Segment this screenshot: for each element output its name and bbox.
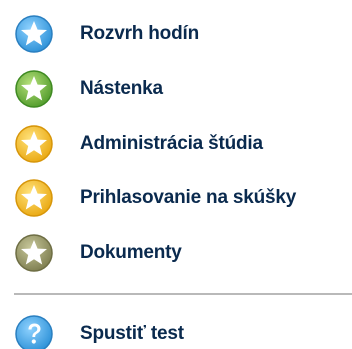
menu-item-rozvrh-hodin[interactable]: Rozvrh hodín	[14, 12, 350, 56]
menu-item-label: Administrácia štúdia	[80, 133, 263, 154]
star-icon	[15, 179, 53, 217]
star-icon	[15, 125, 53, 163]
menu-item-label: Nástenka	[80, 78, 163, 99]
star-icon	[15, 70, 53, 108]
menu-item-prihlasovanie-na-skusky[interactable]: Prihlasovanie na skúšky	[14, 176, 350, 220]
menu-item-dokumenty[interactable]: Dokumenty	[14, 231, 350, 275]
menu-item-label: Rozvrh hodín	[80, 23, 199, 44]
start-test-button[interactable]: Spustiť test	[14, 312, 350, 349]
star-icon	[15, 15, 53, 53]
question-icon	[15, 315, 53, 349]
menu-item-label: Dokumenty	[80, 242, 182, 263]
menu-item-administracia-studia[interactable]: Administrácia štúdia	[14, 122, 350, 166]
menu-item-nastenka[interactable]: Nástenka	[14, 67, 350, 111]
menu-item-label: Prihlasovanie na skúšky	[80, 187, 297, 208]
start-test-label: Spustiť test	[80, 323, 184, 344]
star-icon	[15, 234, 53, 272]
side-menu: Rozvrh hodín Nástenka Administrácia štúd…	[0, 0, 352, 349]
menu-divider	[14, 293, 352, 295]
